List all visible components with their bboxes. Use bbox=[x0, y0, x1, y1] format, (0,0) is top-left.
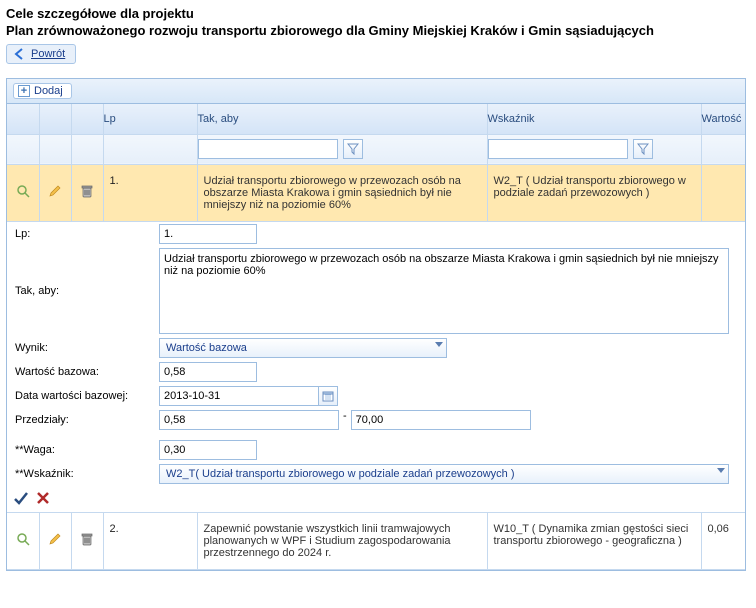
filter-tak-aby[interactable] bbox=[198, 139, 338, 159]
input-data-wb[interactable] bbox=[159, 386, 319, 406]
input-wartosc-bazowa[interactable] bbox=[159, 362, 257, 382]
arrow-left-icon bbox=[13, 47, 27, 61]
col-wartosc-header[interactable]: Wartość bbox=[701, 104, 746, 134]
range-separator: - bbox=[339, 410, 351, 422]
cell-tak-aby: Udział transportu zbiorowego w przewozac… bbox=[197, 164, 487, 221]
input-lp[interactable] bbox=[159, 224, 257, 244]
select-wskaznik-value: W2_T( Udział transportu zbiorowego w pod… bbox=[166, 468, 515, 480]
filter-button-wskaznik[interactable] bbox=[633, 139, 653, 159]
header-row: Lp Tak, aby Wskaźnik Wartość bbox=[7, 104, 746, 134]
label-data-wb: Data wartości bazowej: bbox=[13, 386, 159, 406]
textarea-tak-aby[interactable] bbox=[159, 248, 729, 334]
label-wartosc-bazowa: Wartość bazowa: bbox=[13, 362, 159, 382]
select-wskaznik[interactable]: W2_T( Udział transportu zbiorowego w pod… bbox=[159, 464, 729, 484]
label-lp: Lp: bbox=[13, 224, 159, 244]
label-wynik: Wynik: bbox=[13, 338, 159, 358]
table-row[interactable]: 1. Udział transportu zbiorowego w przewo… bbox=[7, 164, 746, 221]
cell-wartosc: 0,06 bbox=[701, 512, 746, 569]
cell-lp: 1. bbox=[103, 164, 197, 221]
plus-icon: + bbox=[18, 85, 30, 97]
pencil-icon[interactable] bbox=[48, 532, 62, 546]
filter-row bbox=[7, 134, 746, 164]
label-przedzialy: Przedziały: bbox=[13, 410, 159, 430]
label-wskaznik: **Wskaźnik: bbox=[13, 464, 159, 484]
chevron-down-icon bbox=[435, 342, 443, 347]
cell-wskaznik: W10_T ( Dynamika zmian gęstości sieci tr… bbox=[487, 512, 701, 569]
cell-wartosc bbox=[701, 164, 746, 221]
input-waga[interactable] bbox=[159, 440, 257, 460]
add-label: Dodaj bbox=[34, 85, 63, 97]
pencil-icon[interactable] bbox=[48, 184, 62, 198]
calendar-button[interactable] bbox=[318, 386, 338, 406]
grid-container: + Dodaj Lp Tak, aby Wskaźnik Wartość bbox=[6, 78, 746, 571]
back-label: Powrót bbox=[31, 48, 65, 60]
confirm-button[interactable] bbox=[13, 490, 29, 506]
cell-lp: 2. bbox=[103, 512, 197, 569]
table-row[interactable]: 2. Zapewnić powstanie wszystkich linii t… bbox=[7, 512, 746, 569]
data-grid: Lp Tak, aby Wskaźnik Wartość bbox=[7, 104, 746, 570]
add-button[interactable]: + Dodaj bbox=[13, 83, 72, 99]
label-waga: **Waga: bbox=[13, 440, 159, 460]
detail-expansion: Lp: Tak, aby: Wynik: Wartość bazowa bbox=[7, 221, 746, 512]
input-przedzial-min[interactable] bbox=[159, 410, 339, 430]
filter-wskaznik[interactable] bbox=[488, 139, 628, 159]
cell-tak-aby: Zapewnić powstanie wszystkich linii tram… bbox=[197, 512, 487, 569]
select-wynik-value: Wartość bazowa bbox=[166, 342, 247, 354]
trash-icon[interactable] bbox=[80, 184, 94, 198]
select-wynik[interactable]: Wartość bazowa bbox=[159, 338, 447, 358]
search-icon[interactable] bbox=[16, 184, 30, 198]
page-subtitle: Plan zrównoważonego rozwoju transportu z… bbox=[6, 23, 750, 38]
cell-wskaznik: W2_T ( Udział transportu zbiorowego w po… bbox=[487, 164, 701, 221]
col-wskaznik-header[interactable]: Wskaźnik bbox=[487, 104, 701, 134]
calendar-icon bbox=[322, 390, 334, 402]
col-tak-aby-header[interactable]: Tak, aby bbox=[197, 104, 487, 134]
col-lp-header[interactable]: Lp bbox=[103, 104, 197, 134]
grid-toolbar: + Dodaj bbox=[7, 79, 745, 104]
chevron-down-icon bbox=[717, 468, 725, 473]
trash-icon[interactable] bbox=[80, 532, 94, 546]
filter-button-tak-aby[interactable] bbox=[343, 139, 363, 159]
page-title: Cele szczegółowe dla projektu bbox=[6, 6, 750, 21]
back-button[interactable]: Powrót bbox=[6, 44, 76, 64]
search-icon[interactable] bbox=[16, 532, 30, 546]
label-tak-aby: Tak, aby: bbox=[13, 281, 159, 301]
input-przedzial-max[interactable] bbox=[351, 410, 531, 430]
cancel-button[interactable] bbox=[35, 490, 51, 506]
